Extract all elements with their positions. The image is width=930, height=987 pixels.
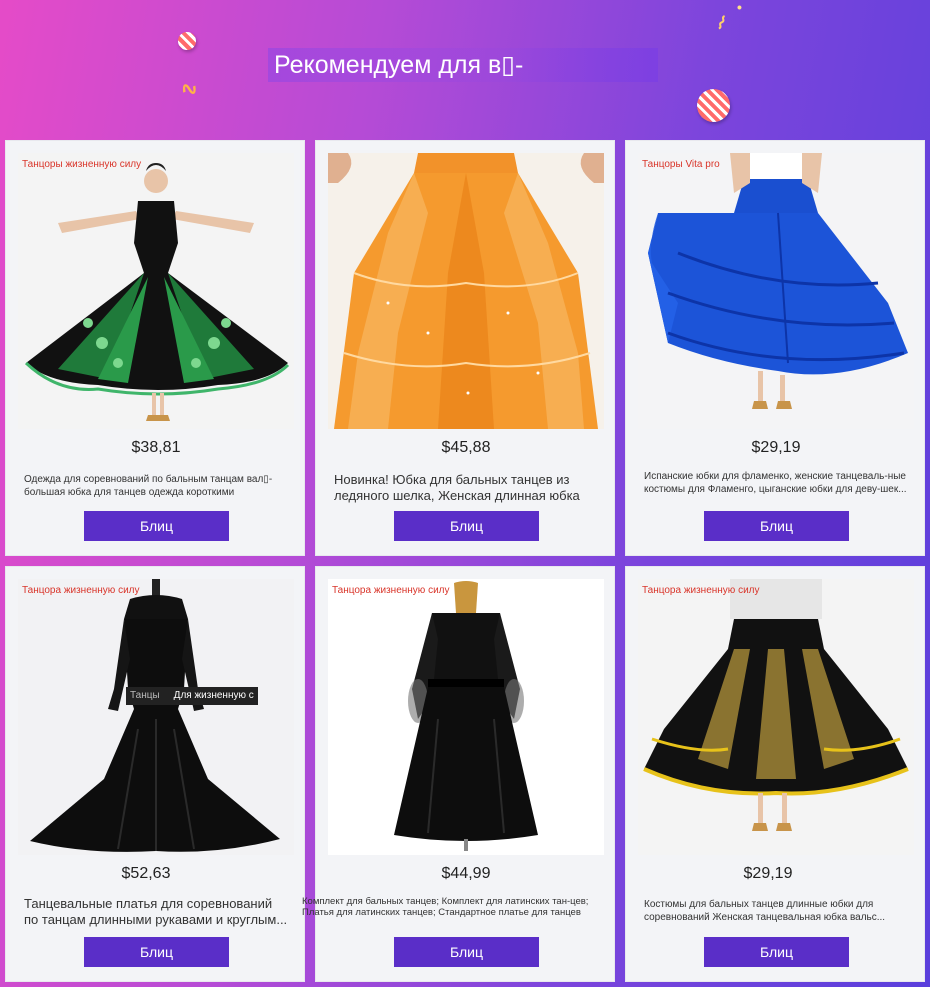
product-price: $45,88 [441, 439, 491, 456]
blue-flamenco-skirt-image [638, 153, 914, 429]
overlay-muted-text: Танцы [130, 690, 160, 701]
overlay-text: Для жизненную с [173, 690, 254, 701]
orange-ballroom-skirt-image [328, 153, 604, 429]
product-image[interactable] [18, 153, 294, 429]
buy-button[interactable]: Блиц [84, 511, 229, 541]
green-black-ballroom-dress-image [18, 153, 294, 429]
brand-label: Танцоры жизненную силу [22, 159, 142, 170]
product-image[interactable] [328, 153, 604, 429]
black-ballroom-dress-image [328, 579, 604, 855]
product-price: $44,99 [441, 865, 491, 882]
product-image[interactable] [328, 579, 604, 855]
product-price: $52,63 [121, 865, 171, 882]
confetti-icon: • [737, 0, 742, 15]
product-price: $29,19 [751, 439, 801, 456]
page-title: Рекомендуем для в▯- [268, 48, 658, 82]
party-ball-icon [178, 32, 196, 50]
buy-button[interactable]: Блиц [704, 937, 849, 967]
product-description[interactable]: Испанские юбки для фламенко, женские тан… [644, 471, 909, 509]
confetti-icon: ⌇ [713, 12, 730, 34]
product-description[interactable]: Одежда для соревнований по бальным танца… [24, 474, 289, 501]
product-image[interactable] [638, 153, 914, 429]
product-card[interactable]: Танцора жизненную силу Танцы Для жизненну… [5, 566, 305, 982]
image-overlay-label: Танцы Для жизненную с [126, 687, 258, 705]
product-image[interactable] [18, 579, 294, 855]
brand-label: Танцора жизненную силу [332, 585, 450, 596]
product-card[interactable]: Танцора жизненную силу $29,19 Костюмы дл… [625, 566, 925, 982]
product-card[interactable]: Танцора жизненную силу $44,99 Комплект д… [302, 566, 615, 982]
buy-button[interactable]: Блиц [84, 937, 229, 967]
brand-label: Танцора жизненную силу [22, 585, 140, 596]
party-ball-icon [697, 89, 730, 122]
product-description[interactable]: Комплект для бальных танцев; Комплект дл… [302, 897, 602, 927]
black-velvet-dress-image [18, 579, 294, 855]
confetti-icon: ∿ [176, 73, 202, 104]
header-banner: ∿ ⌇ • Рекомендуем для в▯- [0, 0, 930, 135]
brand-label: Танцоры Vita pro [642, 159, 720, 170]
product-price: $38,81 [131, 439, 181, 456]
product-description[interactable]: Новинка! Юбка для бальных танцев из ледя… [334, 472, 599, 504]
product-card[interactable]: $45,88 Новинка! Юбка для бальных танцев … [315, 140, 615, 556]
product-price: $29,19 [743, 865, 793, 882]
product-image[interactable] [638, 579, 914, 855]
product-description[interactable]: Танцевальные платья для соревнований по … [24, 896, 289, 928]
product-description[interactable]: Костюмы для бальных танцев длинные юбки … [644, 899, 909, 925]
product-card[interactable]: Танцоры жизненную силу $38,81 Одежда для… [5, 140, 305, 556]
buy-button[interactable]: Блиц [394, 511, 539, 541]
black-gold-skirt-image [638, 579, 914, 855]
buy-button[interactable]: Блиц [704, 511, 849, 541]
brand-label: Танцора жизненную силу [642, 585, 760, 596]
buy-button[interactable]: Блиц [394, 937, 539, 967]
product-card[interactable]: Танцоры Vita pro $29,19 Испанские юбки д… [625, 140, 925, 556]
